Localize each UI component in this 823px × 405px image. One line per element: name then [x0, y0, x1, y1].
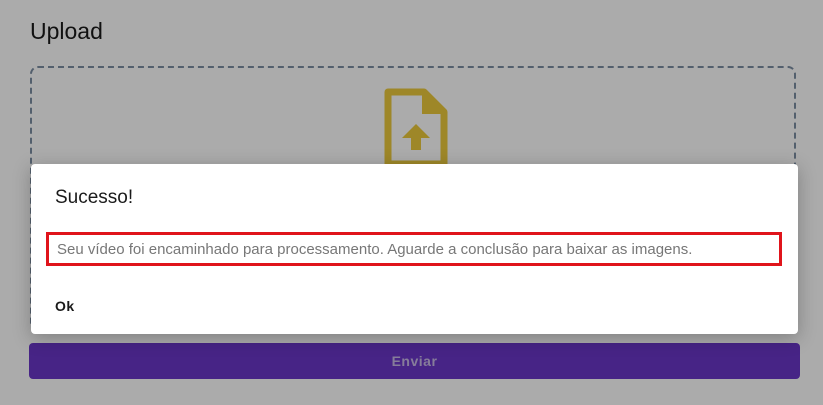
success-dialog: Sucesso! Seu vídeo foi encaminhado para …	[31, 164, 798, 334]
dialog-title: Sucesso!	[55, 187, 134, 208]
dialog-message: Seu vídeo foi encaminhado para processam…	[46, 232, 782, 266]
ok-button[interactable]: Ok	[55, 298, 75, 314]
